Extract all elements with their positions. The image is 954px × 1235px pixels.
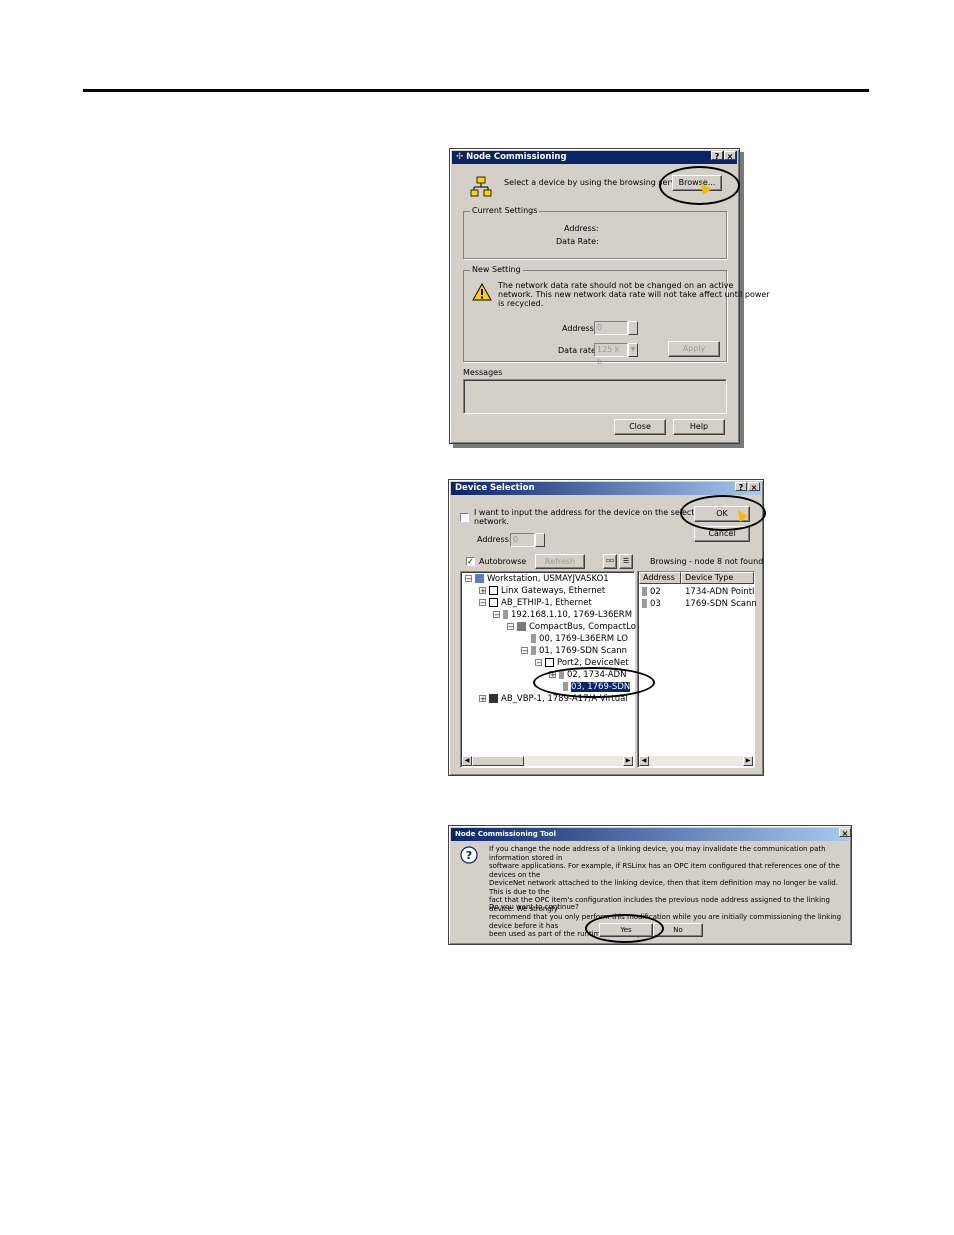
- device-icon: [642, 587, 647, 596]
- list-item-02[interactable]: 02: [642, 587, 661, 598]
- network-icon: [489, 598, 498, 607]
- device-icon: [531, 634, 536, 643]
- tree-item-ab-ethip[interactable]: − AB_ETHIP-1, Ethernet: [479, 598, 592, 609]
- help-title-button[interactable]: ?: [735, 482, 747, 492]
- warning-line-2: network. This new network data rate will…: [498, 290, 770, 299]
- yes-highlight-oval: [585, 914, 664, 943]
- list-horizontal-scrollbar[interactable]: ◀ ▶: [639, 756, 753, 766]
- network-icon: [545, 658, 554, 667]
- large-icons-view-button[interactable]: ▫▫: [603, 554, 617, 569]
- apply-button[interactable]: Apply: [668, 341, 720, 357]
- title-bar: Device Selection: [451, 482, 761, 495]
- question-icon: ?: [460, 846, 478, 864]
- svg-text:?: ?: [466, 849, 472, 862]
- computer-icon: [475, 574, 484, 583]
- scroll-left-arrow[interactable]: ◀: [462, 756, 472, 766]
- dialog-title: Node Commissioning: [466, 152, 567, 162]
- device-list[interactable]: Address Device Type 02 1734-ADN PointI 0…: [637, 571, 757, 768]
- tree-item-workstation[interactable]: − Workstation, USMAYJVASKO1: [465, 574, 609, 585]
- new-address-label: Address: [562, 324, 594, 333]
- help-button[interactable]: Help: [673, 419, 725, 435]
- body-line: software applications. For example, if R…: [489, 862, 840, 879]
- address-label: Address:: [477, 535, 512, 544]
- close-title-button[interactable]: ×: [748, 482, 760, 492]
- manual-address-checkbox[interactable]: [460, 513, 469, 522]
- list-item-03-type: 1769-SDN Scann: [685, 599, 757, 609]
- address-spinner[interactable]: [535, 533, 545, 547]
- rack-icon: [489, 694, 498, 703]
- tree-selection-highlight-oval: [533, 667, 655, 698]
- scroll-left-arrow[interactable]: ◀: [639, 756, 649, 766]
- title-bar: ✣ Node Commissioning: [452, 151, 737, 164]
- network-icon: [489, 586, 498, 595]
- tree-item-linx-gateways[interactable]: + Linx Gateways, Ethernet: [479, 586, 605, 597]
- refresh-button[interactable]: Refresh: [535, 554, 585, 569]
- tree-item-00[interactable]: 00, 1769-L36ERM LO: [531, 634, 628, 645]
- list-item-03[interactable]: 03: [642, 599, 661, 610]
- scroll-right-arrow[interactable]: ▶: [623, 756, 633, 766]
- new-address-input[interactable]: 0: [594, 321, 628, 335]
- new-setting-group: New Setting The network data rate should…: [463, 265, 770, 366]
- close-title-button[interactable]: ×: [724, 151, 736, 161]
- title-bar: Node Commissioning Tool: [451, 828, 849, 841]
- continue-question: Do you want to continue?: [489, 903, 579, 911]
- device-icon: [531, 646, 536, 655]
- browse-status: Browsing - node 8 not found: [650, 557, 764, 566]
- device-network-icon: [470, 176, 492, 197]
- manual-address-line-1: I want to input the address for the devi…: [474, 508, 705, 517]
- column-header-device-type[interactable]: Device Type: [681, 572, 754, 584]
- current-settings-group: Current Settings Address: Data Rate:: [463, 206, 727, 259]
- address-spinner[interactable]: [628, 321, 638, 335]
- warning-line-1: The network data rate should not be chan…: [498, 281, 734, 290]
- help-title-button[interactable]: ?: [711, 151, 723, 161]
- tree-horizontal-scrollbar[interactable]: ◀ ▶: [462, 756, 633, 766]
- new-setting-title: New Setting: [470, 265, 523, 274]
- data-rate-dropdown-arrow[interactable]: ▼: [628, 343, 638, 357]
- body-line: DeviceNet network attached to the linkin…: [489, 879, 838, 896]
- close-button[interactable]: Close: [614, 419, 666, 435]
- device-icon: [642, 599, 647, 608]
- close-title-button[interactable]: ×: [839, 828, 851, 838]
- current-address-label: Address:: [564, 224, 599, 233]
- page-header-rule: [83, 89, 869, 92]
- autobrowse-label: Autobrowse: [479, 557, 527, 566]
- new-data-rate-label: Data rate: [558, 346, 596, 355]
- data-rate-select[interactable]: 125 k b: [594, 343, 628, 366]
- tree-item-controller[interactable]: −192.168.1.10, 1769-L36ERM: [493, 610, 632, 621]
- current-data-rate-label: Data Rate:: [556, 237, 599, 246]
- current-settings-title: Current Settings: [470, 206, 540, 215]
- backplane-icon: [517, 622, 526, 631]
- messages-label: Messages: [463, 368, 503, 377]
- network-icon: ✣: [456, 152, 464, 162]
- manual-address-line-2: network.: [474, 517, 510, 526]
- tree-item-compactbus[interactable]: − CompactBus, CompactLo: [507, 622, 636, 633]
- messages-box: [463, 379, 727, 414]
- warning-line-3: is recycled.: [498, 299, 544, 308]
- dialog-title: Node Commissioning Tool: [455, 830, 557, 838]
- column-header-address[interactable]: Address: [639, 572, 681, 584]
- autobrowse-checkbox[interactable]: ✓: [466, 557, 475, 566]
- address-input[interactable]: 0: [510, 533, 535, 547]
- device-icon: [503, 610, 508, 619]
- scroll-thumb[interactable]: [472, 756, 524, 766]
- body-line: If you change the node address of a link…: [489, 845, 826, 862]
- scroll-right-arrow[interactable]: ▶: [743, 756, 753, 766]
- tree-item-01[interactable]: −01, 1769-SDN Scann: [521, 646, 627, 657]
- ok-highlight-oval: [680, 495, 766, 531]
- list-item-02-type: 1734-ADN PointI: [685, 587, 755, 597]
- details-view-button[interactable]: ☰: [619, 554, 633, 569]
- warning-icon: [472, 283, 492, 301]
- dialog-title: Device Selection: [455, 483, 535, 493]
